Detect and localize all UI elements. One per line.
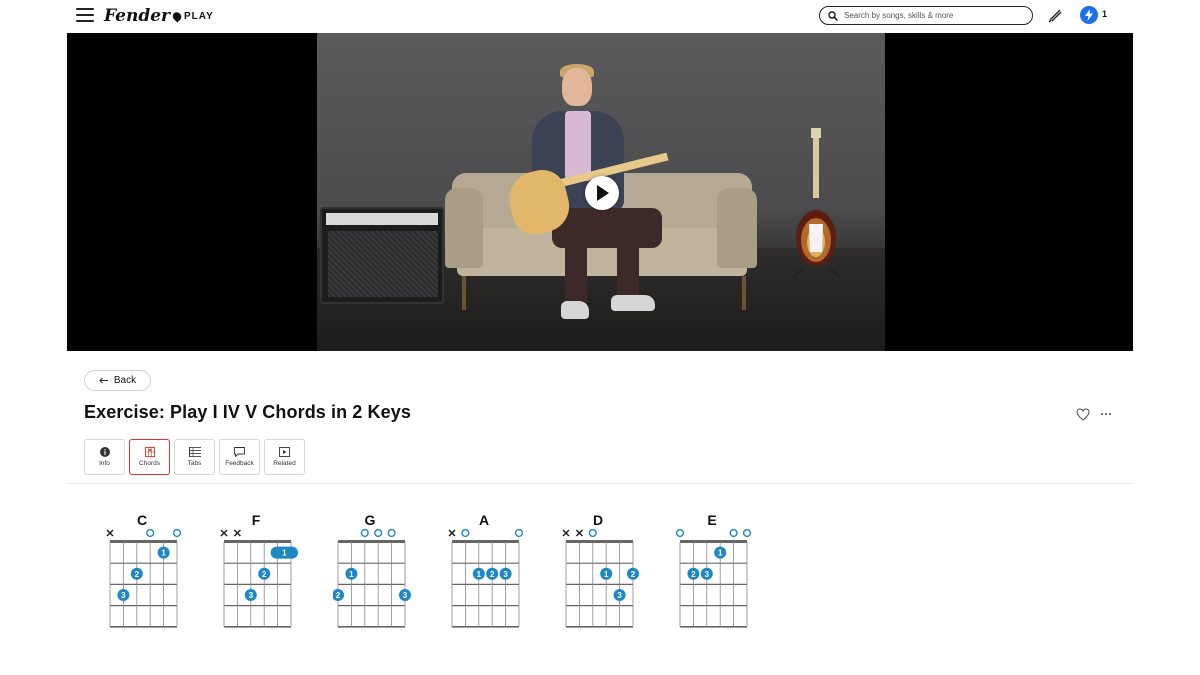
finger-number: 1	[349, 570, 354, 579]
finger-number: 3	[403, 591, 408, 600]
muted-string-marker	[233, 529, 241, 537]
bolt-count: 1	[1102, 9, 1108, 19]
tab-label: Info	[99, 460, 110, 467]
chord-name: G	[364, 512, 376, 528]
top-bar: Fender PLAY 1	[0, 0, 1200, 32]
chord-nut	[452, 540, 519, 543]
finger-number: 2	[631, 570, 636, 579]
finger-number: 2	[336, 591, 341, 600]
back-button[interactable]: Back	[84, 370, 151, 391]
chord-name: A	[478, 512, 490, 528]
finger-number: 1	[282, 549, 287, 558]
chord-name: C	[136, 512, 148, 528]
chord-nut	[566, 540, 633, 543]
chord-nut	[110, 540, 177, 543]
chord-diagram-f: F 1 2 3	[219, 505, 299, 635]
search-icon	[828, 10, 838, 21]
info-icon	[99, 447, 110, 457]
pencil-tuner-icon[interactable]	[1047, 7, 1063, 23]
tabs-icon	[188, 447, 201, 457]
tab-label: Feedback	[225, 460, 254, 467]
open-string-marker	[360, 528, 369, 538]
open-string-marker	[588, 528, 597, 538]
chord-diagram-a: A 123	[447, 505, 527, 635]
muted-string-marker	[448, 529, 456, 537]
tab-related[interactable]: Related	[264, 439, 305, 475]
tab-chords[interactable]: Chords	[129, 439, 170, 475]
open-string-marker	[374, 528, 383, 538]
tab-label: Chords	[139, 460, 160, 467]
guitar-pick-icon	[170, 9, 183, 23]
heart-favorite-icon[interactable]	[1076, 408, 1090, 421]
finger-number: 3	[503, 570, 508, 579]
play-icon	[597, 185, 609, 201]
finger-number: 2	[490, 570, 495, 579]
search-input[interactable]	[844, 11, 1014, 20]
muted-string-marker	[220, 529, 228, 537]
chord-nut	[680, 540, 747, 543]
logo-text: Fender	[104, 6, 170, 26]
amplifier-image	[320, 207, 444, 304]
open-string-marker	[675, 528, 685, 538]
finger-number: 1	[718, 549, 723, 558]
fender-play-logo[interactable]: Fender PLAY	[104, 5, 214, 27]
tab-tabs[interactable]: Tabs	[174, 439, 215, 475]
open-string-marker	[514, 528, 524, 538]
section-divider	[67, 483, 1133, 484]
bolt-streak-icon[interactable]	[1080, 6, 1098, 24]
finger-number: 2	[691, 570, 696, 579]
tab-info[interactable]: Info	[84, 439, 125, 475]
more-options-icon[interactable]	[1099, 407, 1113, 421]
open-string-marker	[387, 528, 396, 538]
play-button[interactable]	[585, 176, 619, 210]
page-title: Exercise: Play I IV V Chords in 2 Keys	[84, 402, 411, 422]
muted-string-marker	[106, 529, 114, 537]
muted-string-marker	[575, 529, 583, 537]
feedback-icon	[234, 447, 245, 457]
finger-number: 1	[477, 570, 482, 579]
chord-diagram-g: G 1 2 3	[332, 505, 413, 635]
chord-name: F	[251, 512, 261, 528]
logo-suffix: PLAY	[183, 10, 214, 22]
open-string-marker	[742, 528, 752, 538]
finger-number: 3	[121, 591, 126, 600]
tab-label: Related	[273, 460, 296, 467]
open-string-marker	[461, 528, 470, 538]
search-box[interactable]	[819, 6, 1033, 25]
tab-feedback[interactable]: Feedback	[219, 439, 260, 475]
finger-number: 3	[705, 570, 710, 579]
hamburger-menu-icon[interactable]	[76, 8, 94, 22]
chord-diagram-d: D 1 2 3	[561, 505, 641, 635]
chord-name: E	[707, 512, 717, 528]
tab-label: Tabs	[187, 460, 202, 467]
standing-guitar-image	[792, 128, 842, 278]
chord-diagrams: C 123 F 123 G 123 A 123 D 123 E 123	[0, 505, 1200, 645]
open-string-marker	[172, 528, 182, 538]
chord-name: D	[592, 512, 604, 528]
chord-grid-icon	[144, 447, 155, 457]
open-string-marker	[146, 528, 155, 538]
finger-number: 1	[161, 549, 166, 558]
finger-number: 2	[135, 570, 140, 579]
finger-number: 3	[249, 591, 254, 600]
lightning-icon	[1085, 9, 1093, 21]
finger-number: 2	[262, 570, 267, 579]
lesson-tabs: Info Chords Tabs Feedback Related	[84, 439, 305, 475]
finger-number: 1	[604, 570, 609, 579]
back-label: Back	[113, 375, 137, 386]
open-string-marker	[729, 528, 738, 538]
related-video-icon	[279, 447, 290, 457]
muted-string-marker	[562, 529, 570, 537]
video-player[interactable]	[67, 33, 1133, 351]
finger-number: 3	[617, 591, 622, 600]
chord-diagram-c: C 1 2 3	[105, 505, 185, 635]
chord-diagram-e: E 1 23	[675, 505, 755, 635]
chord-nut	[224, 540, 291, 543]
arrow-left-icon	[99, 377, 108, 384]
chord-nut	[338, 540, 405, 543]
